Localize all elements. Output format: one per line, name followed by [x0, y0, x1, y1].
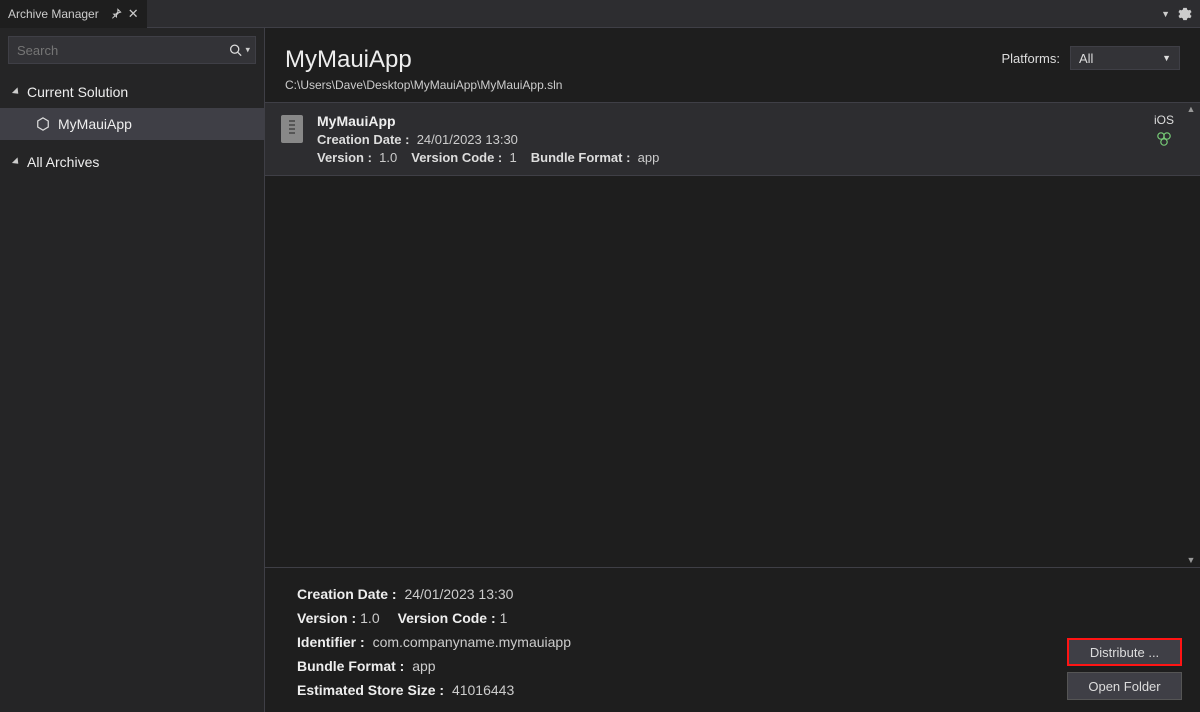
version-code-value: 1	[510, 150, 517, 165]
search-icon[interactable]	[229, 44, 242, 57]
bundle-format-value: app	[638, 150, 660, 165]
detail-identifier-value: com.companyname.mymauiapp	[373, 634, 571, 650]
tree-item-mymauiapp[interactable]: MyMauiApp	[0, 108, 264, 140]
detail-creation-date-label: Creation Date :	[297, 586, 397, 602]
version-value: 1.0	[379, 150, 397, 165]
open-folder-label: Open Folder	[1088, 679, 1160, 694]
distribute-label: Distribute ...	[1090, 645, 1159, 660]
page-title: MyMauiApp	[285, 46, 562, 74]
open-folder-button[interactable]: Open Folder	[1067, 672, 1182, 700]
details-panel: Creation Date : 24/01/2023 13:30 Version…	[265, 567, 1200, 712]
version-code-label: Version Code :	[411, 150, 502, 165]
tree-item-label: MyMauiApp	[58, 116, 132, 132]
tab-bar: Archive Manager ✕ ▼	[0, 0, 1200, 28]
detail-bundle-format-value: app	[412, 658, 435, 674]
bundle-format-label: Bundle Format :	[531, 150, 631, 165]
expand-icon	[12, 87, 21, 96]
content-area: MyMauiApp C:\Users\Dave\Desktop\MyMauiAp…	[265, 28, 1200, 712]
window-menu-icon[interactable]: ▼	[1161, 9, 1170, 19]
detail-creation-date-value: 24/01/2023 13:30	[404, 586, 513, 602]
creation-date-label: Creation Date :	[317, 132, 409, 147]
platforms-dropdown[interactable]: All ▼	[1070, 46, 1180, 70]
tree-section-label: Current Solution	[27, 84, 128, 100]
tree-section-label: All Archives	[27, 154, 99, 170]
search-input[interactable]	[8, 36, 256, 64]
detail-version-value: 1.0	[360, 610, 379, 626]
gear-icon[interactable]	[1178, 7, 1192, 21]
solution-path: C:\Users\Dave\Desktop\MyMauiApp\MyMauiAp…	[285, 78, 562, 92]
archive-row[interactable]: MyMauiApp Creation Date : 24/01/2023 13:…	[265, 102, 1200, 176]
platforms-value: All	[1079, 51, 1093, 66]
tab-archive-manager[interactable]: Archive Manager ✕	[0, 0, 147, 28]
sidebar: ▾ Current Solution MyMauiApp All Archive…	[0, 28, 265, 712]
scroll-up-icon[interactable]: ▲	[1184, 102, 1198, 116]
detail-identifier-label: Identifier :	[297, 634, 365, 650]
archive-empty-area: ▼	[265, 176, 1200, 567]
archive-name: MyMauiApp	[317, 113, 1140, 129]
hexagon-icon	[36, 117, 50, 131]
scroll-down-icon[interactable]: ▼	[1184, 553, 1198, 567]
platform-label: iOS	[1154, 113, 1174, 127]
tree-section-current-solution[interactable]: Current Solution	[0, 76, 264, 108]
close-icon[interactable]: ✕	[128, 6, 139, 22]
detail-version-label: Version :	[297, 610, 356, 626]
platforms-label: Platforms:	[1001, 51, 1060, 66]
chevron-down-icon: ▼	[1162, 53, 1171, 63]
detail-store-size-value: 41016443	[452, 682, 514, 698]
distribute-button[interactable]: Distribute ...	[1067, 638, 1182, 666]
search-dropdown-icon[interactable]: ▾	[245, 45, 250, 56]
tree-section-all-archives[interactable]: All Archives	[0, 146, 264, 178]
creation-date-value: 24/01/2023 13:30	[417, 132, 518, 147]
detail-version-code-label: Version Code :	[398, 610, 496, 626]
detail-version-code-value: 1	[500, 610, 508, 626]
tab-title: Archive Manager	[8, 7, 99, 21]
pin-icon[interactable]	[111, 8, 122, 19]
ios-platform-icon	[1156, 131, 1172, 147]
detail-bundle-format-label: Bundle Format :	[297, 658, 404, 674]
version-label: Version :	[317, 150, 372, 165]
expand-icon	[12, 157, 21, 166]
detail-store-size-label: Estimated Store Size :	[297, 682, 444, 698]
archive-file-icon	[281, 115, 303, 143]
